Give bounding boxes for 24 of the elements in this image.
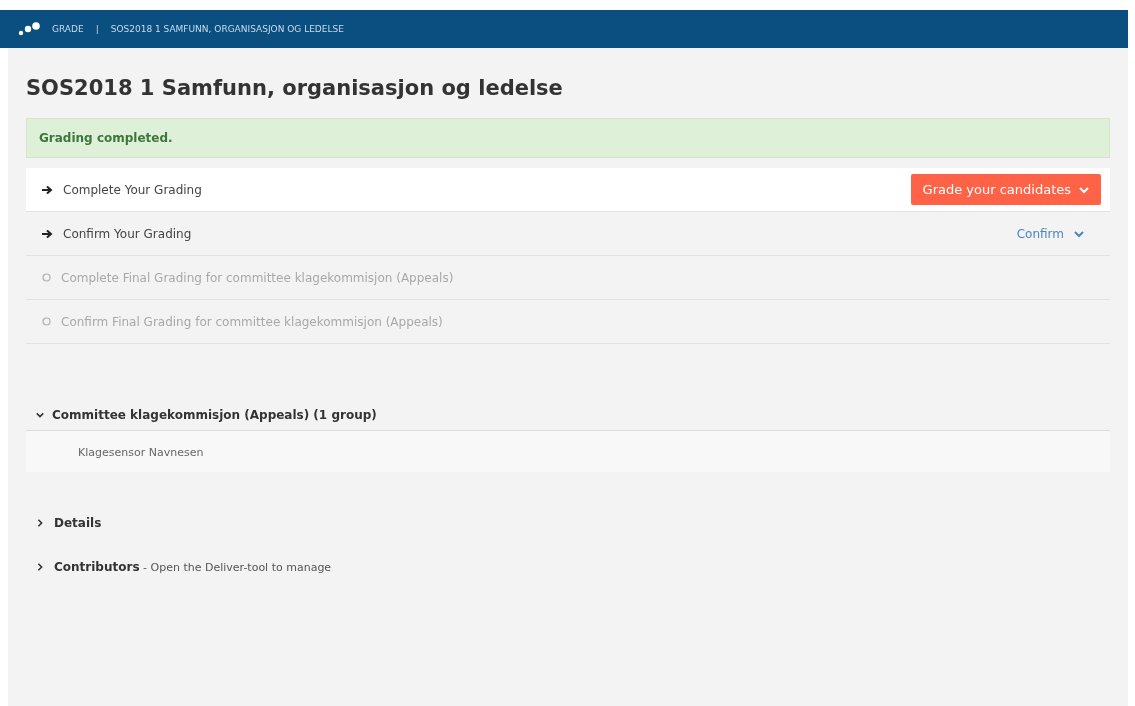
chevron-right-icon	[36, 519, 44, 527]
breadcrumb-link[interactable]: GRADE	[52, 24, 84, 34]
committee-title: Committee klagekommisjon (Appeals) (1 group)	[52, 408, 377, 422]
chevron-right-icon	[36, 563, 44, 571]
step-label: Complete Final Grading for committee klagekommisjon (Appeals)	[61, 270, 455, 285]
member-name: Klagesensor Navnesen	[78, 446, 204, 459]
step-label: Complete Your Grading	[63, 182, 203, 197]
page-title: SOS2018 1 Samfunn, organisasjon og ledelse	[26, 76, 564, 100]
step-label: Confirm Final Grading for committee klagekommisjon (Appeals)	[61, 314, 444, 329]
arrow-right-icon	[42, 184, 53, 195]
circle-icon	[42, 273, 51, 282]
circle-icon	[42, 317, 51, 326]
chevron-down-icon	[1079, 184, 1089, 195]
step-label: Confirm Your Grading	[63, 226, 193, 241]
breadcrumb-separator: |	[95, 24, 99, 34]
section-toggle[interactable]: Details	[54, 516, 102, 530]
logo-icon	[18, 22, 40, 36]
success-alert: Grading completed.	[26, 118, 1110, 158]
section-toggle[interactable]: Contributors - Open the Deliver-tool to manage	[54, 560, 332, 574]
chevron-down-icon	[1074, 228, 1084, 239]
breadcrumb-current: SOS2018 1 SAMFUNN, ORGANISASJON OG LEDELSE	[110, 24, 344, 34]
confirm-link[interactable]: Confirm	[1010, 222, 1090, 245]
chevron-down-icon	[36, 411, 44, 419]
arrow-right-icon	[42, 228, 53, 239]
